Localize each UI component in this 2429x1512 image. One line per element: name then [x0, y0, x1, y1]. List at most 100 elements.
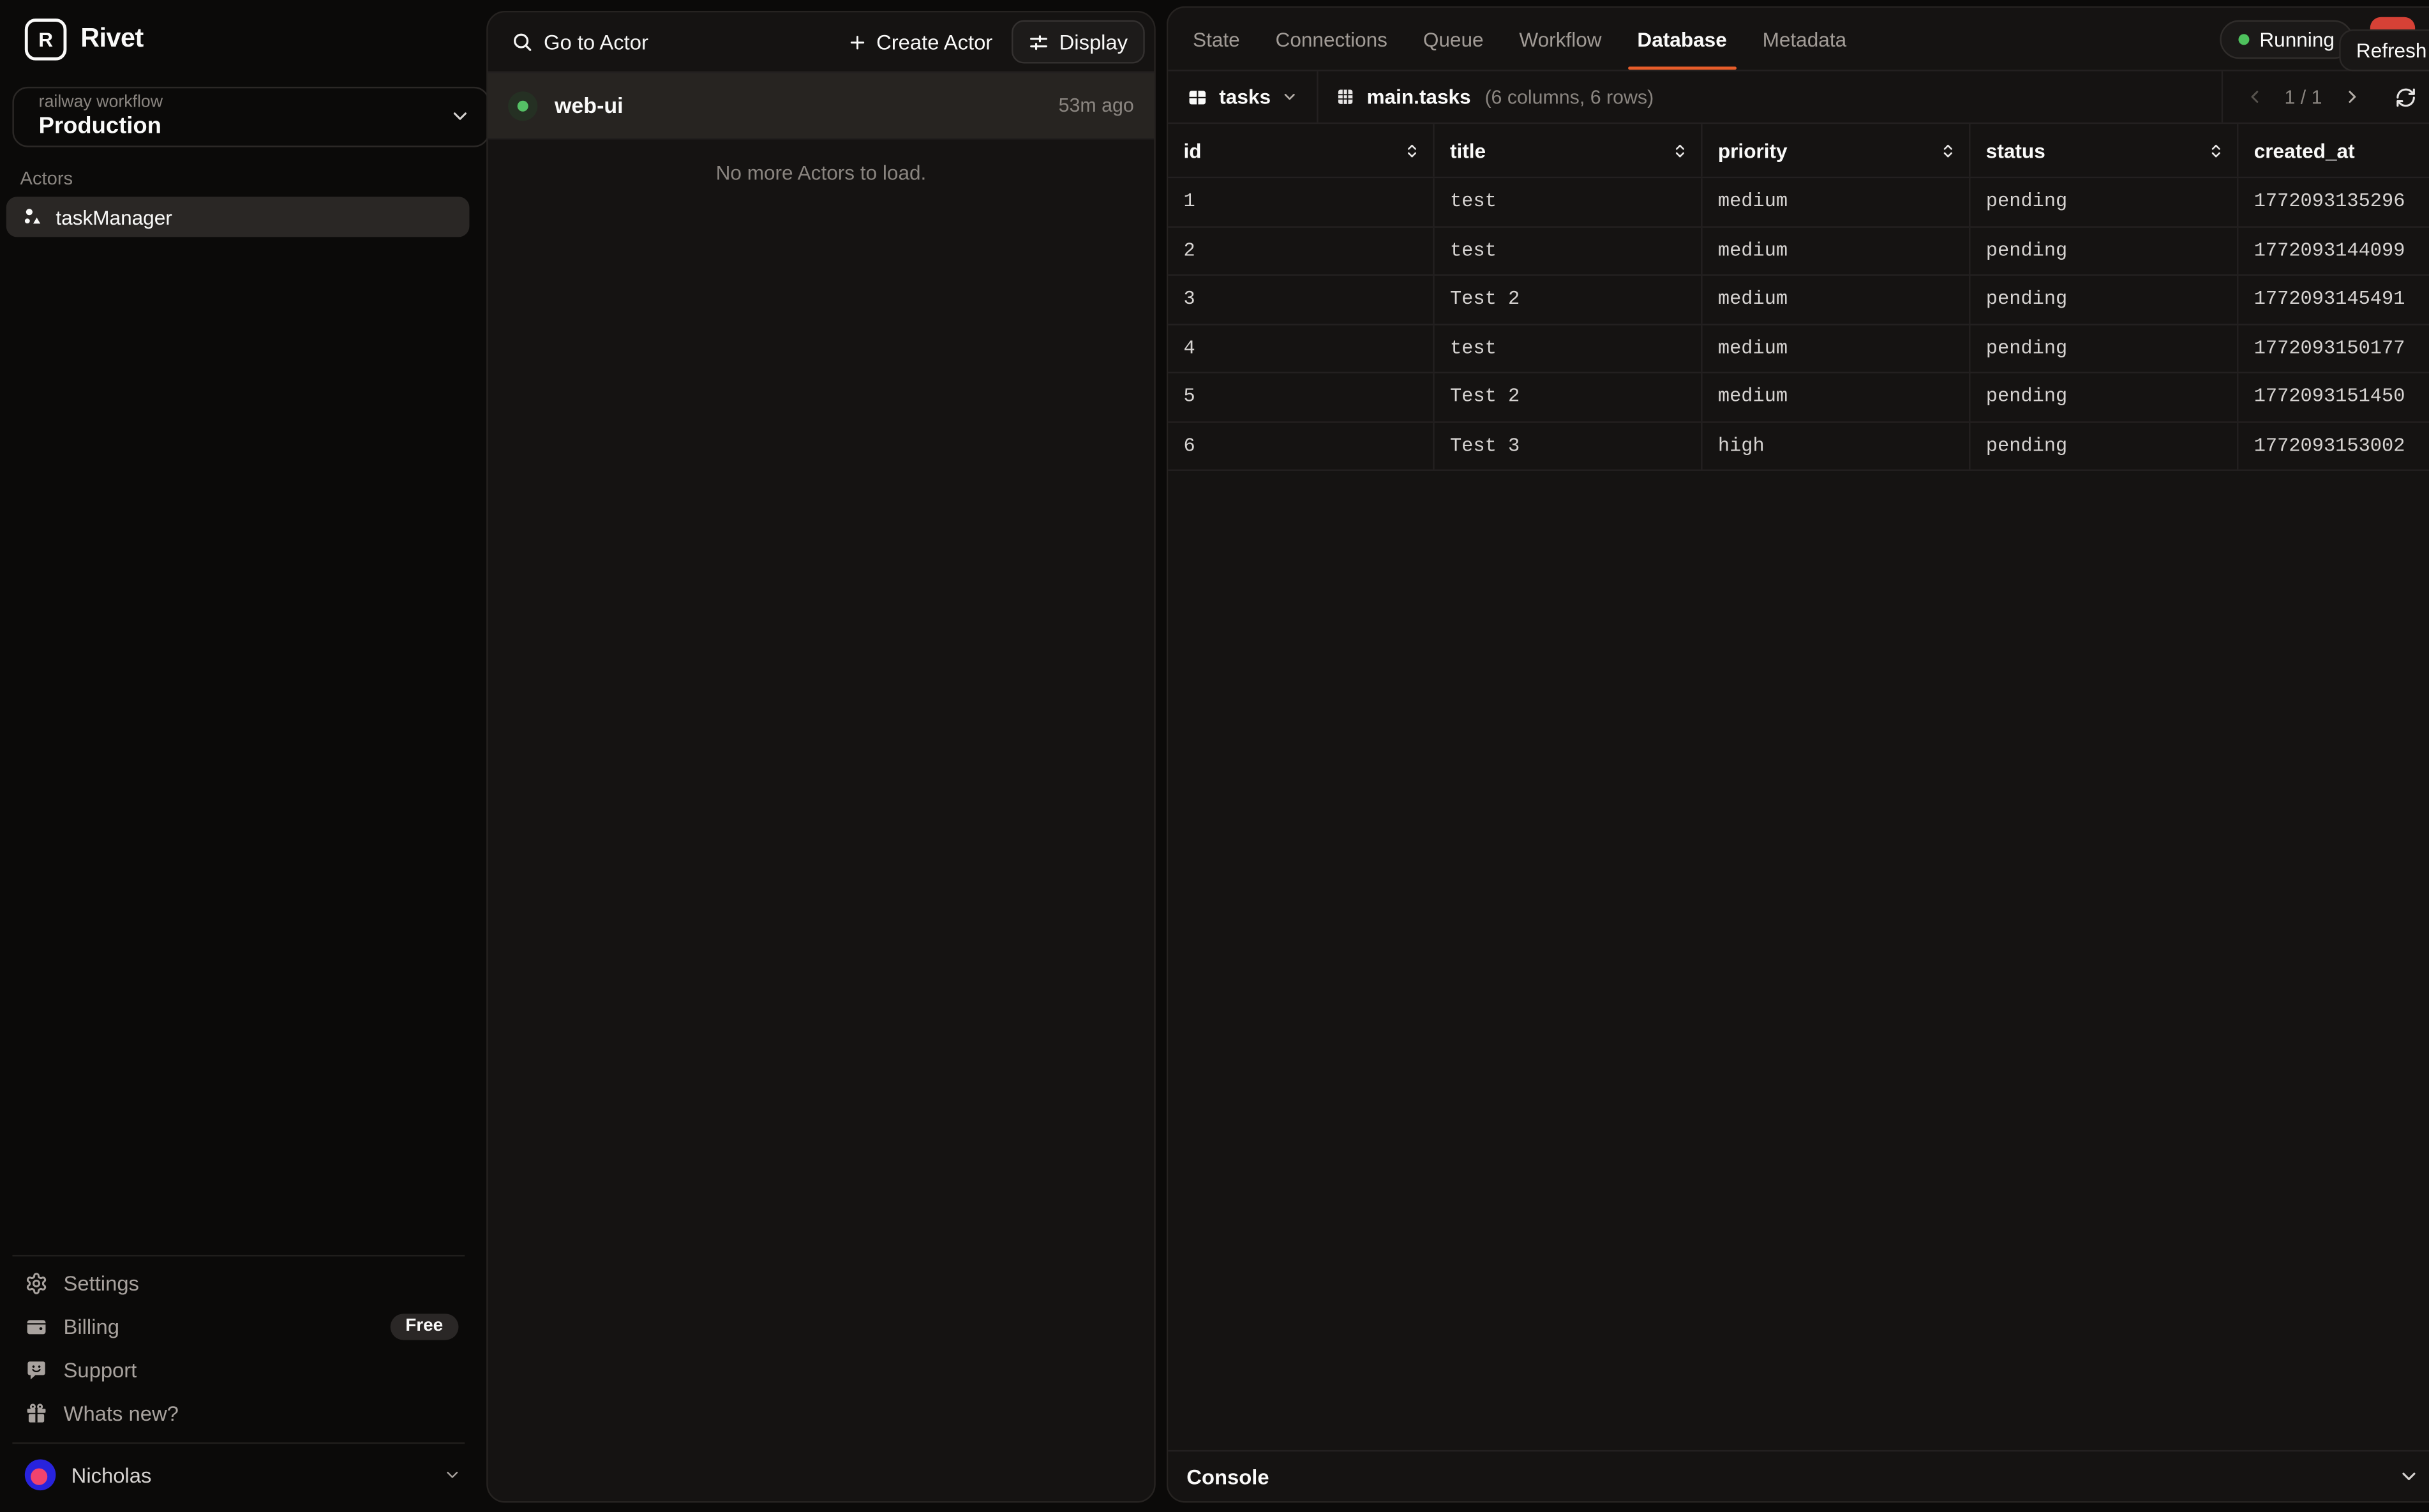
table-cell: Test 2: [1435, 276, 1703, 323]
tab-queue[interactable]: Queue: [1414, 8, 1493, 70]
table-cell: pending: [1971, 325, 2239, 372]
table-row[interactable]: 6 Test 3 high pending 1772093153002: [1168, 422, 2429, 470]
table-cell: 1772093135296: [2238, 178, 2429, 225]
gift-icon: [25, 1401, 48, 1424]
plan-badge: Free: [390, 1313, 459, 1339]
chevron-down-icon: [443, 1465, 461, 1484]
tab-state[interactable]: State: [1183, 8, 1249, 70]
actor-list-item-web-ui[interactable]: web-ui 53m ago: [488, 73, 1155, 139]
tooltip-label: Refresh: [2356, 39, 2427, 62]
avatar: [25, 1460, 56, 1491]
workspace-value: Production: [39, 113, 488, 141]
table-row[interactable]: 5 Test 2 medium pending 1772093151450: [1168, 373, 2429, 422]
table-icon: [1186, 86, 1208, 108]
column-header-created-at[interactable]: created_at: [2238, 124, 2429, 177]
status-dot-running: [508, 91, 537, 120]
sidebar-item-settings[interactable]: Settings: [0, 1261, 477, 1305]
sidebar-footer: Settings Billing Free Support Whats new: [0, 1261, 477, 1435]
table-meta: (6 columns, 6 rows): [1484, 86, 1654, 108]
table-header-row: id title priority status created_at: [1168, 124, 2429, 178]
sidebar-item-support[interactable]: Support: [0, 1348, 477, 1391]
column-label: priority: [1718, 138, 1788, 161]
refresh-tooltip: Refresh: [2339, 29, 2429, 71]
chevron-down-icon: [1282, 88, 1299, 105]
column-label: status: [1986, 138, 2045, 161]
status-dot-icon: [2238, 33, 2248, 44]
search-icon: [511, 31, 533, 53]
detail-tabs-bar: State Connections Queue Workflow Databas…: [1168, 8, 2429, 71]
sidebar-item-billing[interactable]: Billing Free: [0, 1305, 477, 1348]
chevron-down-icon: [449, 105, 471, 127]
table-cell: Test 3: [1435, 422, 1703, 469]
database-toolbar: tasks main.tasks (6 columns, 6 rows) 1 /…: [1168, 71, 2429, 124]
sidebar-item-whats-new[interactable]: Whats new?: [0, 1391, 477, 1435]
divider: [12, 1442, 465, 1444]
brand: R Rivet: [25, 19, 144, 59]
tab-database[interactable]: Database: [1628, 8, 1736, 70]
grid-icon: [1336, 87, 1356, 107]
plus-icon: [847, 32, 867, 52]
actor-name: web-ui: [555, 93, 624, 118]
table-reference: main.tasks (6 columns, 6 rows): [1319, 71, 2221, 123]
gear-icon: [25, 1271, 48, 1294]
column-label: title: [1450, 138, 1486, 161]
table-cell: medium: [1703, 178, 1971, 225]
chevron-right-icon[interactable]: [2342, 87, 2363, 107]
table-cell: 3: [1168, 276, 1434, 323]
workspace-selector[interactable]: railway workflow Production: [12, 87, 490, 147]
pagination: 1 / 1: [2221, 71, 2429, 123]
column-header-id[interactable]: id: [1168, 124, 1434, 177]
brand-name: Rivet: [80, 23, 143, 54]
actor-last-active: 53m ago: [1059, 94, 1134, 116]
table-cell: pending: [1971, 373, 2239, 421]
message-smile-icon: [25, 1358, 48, 1381]
sidebar-item-label: taskManager: [56, 206, 172, 228]
table-cell: test: [1435, 325, 1703, 372]
divider: [12, 1255, 465, 1256]
sort-icon: [1938, 140, 1959, 161]
table-row[interactable]: 2 test medium pending 1772093144099: [1168, 227, 2429, 276]
actor-list-panel: Go to Actor Create Actor Display web-ui …: [486, 11, 1156, 1502]
tab-workflow[interactable]: Workflow: [1510, 8, 1611, 70]
column-label: id: [1183, 138, 1201, 161]
table-row[interactable]: 4 test medium pending 1772093150177: [1168, 325, 2429, 373]
sidebar-item-label: Settings: [64, 1271, 139, 1294]
tab-metadata[interactable]: Metadata: [1753, 8, 1856, 70]
tab-connections[interactable]: Connections: [1266, 8, 1397, 70]
table-cell: pending: [1971, 227, 2239, 274]
table-selector-dropdown[interactable]: tasks: [1168, 71, 1319, 123]
column-header-priority[interactable]: priority: [1703, 124, 1971, 177]
display-label: Display: [1059, 30, 1128, 53]
refresh-icon[interactable]: [2395, 86, 2417, 108]
column-header-status[interactable]: status: [1971, 124, 2239, 177]
table-cell: 2: [1168, 227, 1434, 274]
table-row[interactable]: 1 test medium pending 1772093135296: [1168, 178, 2429, 227]
user-menu[interactable]: Nicholas: [0, 1453, 477, 1497]
sidebar-item-label: Billing: [64, 1315, 119, 1338]
table-cell: medium: [1703, 276, 1971, 323]
table-cell: Test 2: [1435, 373, 1703, 421]
page-indicator: 1 / 1: [2284, 86, 2322, 108]
sliders-icon: [1028, 32, 1049, 52]
chevron-left-icon[interactable]: [2244, 87, 2264, 107]
column-label: created_at: [2254, 138, 2355, 161]
table-cell: 1772093153002: [2238, 422, 2429, 469]
table-cell: 1772093150177: [2238, 325, 2429, 372]
table-cell: 5: [1168, 373, 1434, 421]
table-cell: 1772093151450: [2238, 373, 2429, 421]
sort-icon: [1670, 140, 1691, 161]
table-body: 1 test medium pending 1772093135296 2 te…: [1168, 178, 2429, 471]
sidebar-item-taskmanager[interactable]: taskManager: [6, 197, 470, 237]
console-toggle[interactable]: Console: [1168, 1450, 2429, 1501]
sort-icon: [2206, 140, 2226, 161]
column-header-title[interactable]: title: [1435, 124, 1703, 177]
table-cell: medium: [1703, 325, 1971, 372]
table-selector-value: tasks: [1219, 86, 1271, 109]
display-button[interactable]: Display: [1011, 20, 1144, 64]
table-cell: pending: [1971, 178, 2239, 225]
table-cell: test: [1435, 227, 1703, 274]
go-to-actor-search[interactable]: Go to Actor: [511, 30, 828, 53]
sort-icon: [1402, 140, 1423, 161]
table-row[interactable]: 3 Test 2 medium pending 1772093145491: [1168, 276, 2429, 324]
create-actor-button[interactable]: Create Actor: [847, 30, 992, 53]
